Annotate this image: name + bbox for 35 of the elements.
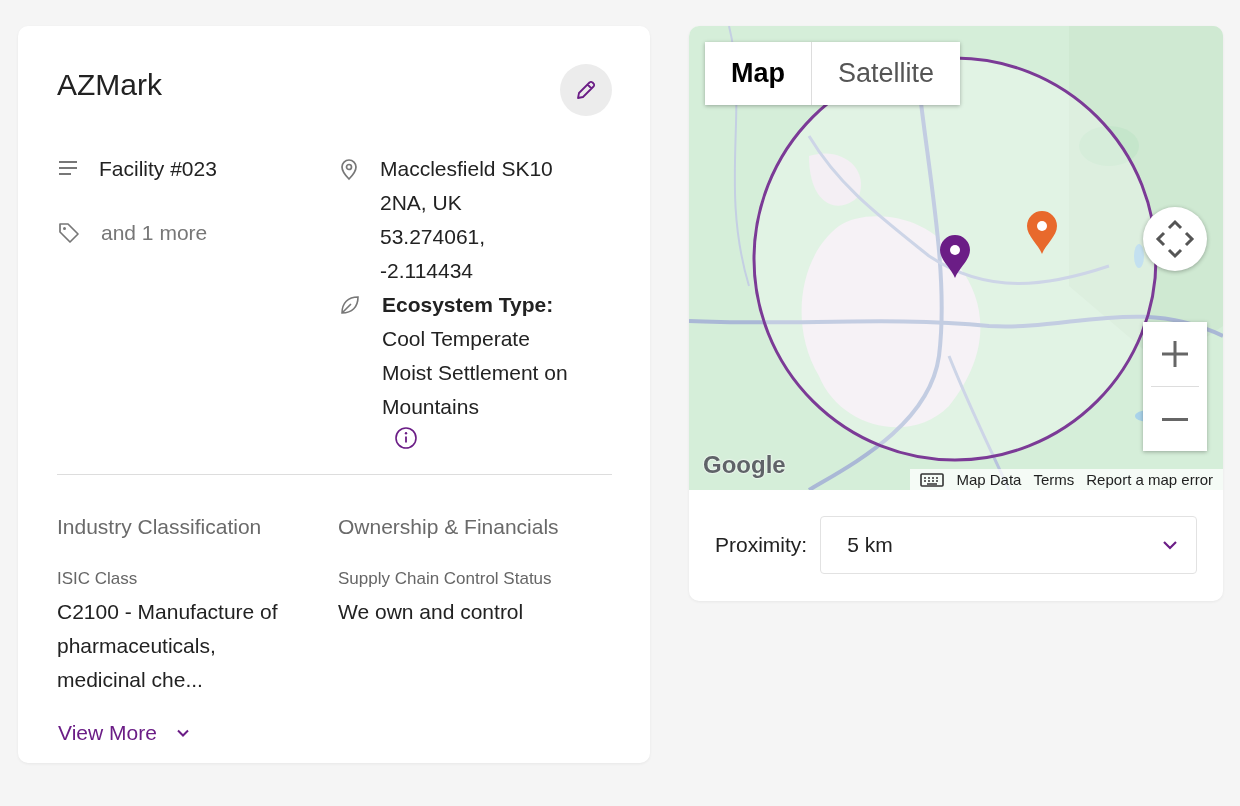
plus-icon xyxy=(1160,339,1190,369)
field-value: C2100 - Manufacture of pharmaceuticals, medicinal che... xyxy=(57,599,279,693)
map-marker[interactable] xyxy=(1027,211,1057,254)
section-heading: Ownership & Financials xyxy=(338,515,560,539)
detail-text: and 1 more xyxy=(101,220,208,246)
zoom-in-button[interactable] xyxy=(1143,322,1207,386)
address-text: Macclesfield SK10 2NA, UK xyxy=(380,156,554,216)
attribution-link[interactable]: Map Data xyxy=(956,471,1022,488)
view-more-link[interactable]: View More xyxy=(58,721,191,745)
attribution-link[interactable]: Report a map error xyxy=(1086,471,1213,488)
attribution-link[interactable]: Terms xyxy=(1033,471,1075,488)
location-pin-icon xyxy=(338,157,360,181)
field-label: Supply Chain Control Status xyxy=(338,569,553,589)
map-logo: Google xyxy=(703,451,786,479)
section-heading: Industry Classification xyxy=(57,515,263,539)
tag-icon xyxy=(57,221,81,245)
proximity-select[interactable]: 5 km xyxy=(820,516,1197,574)
map-marker[interactable] xyxy=(940,235,970,278)
ecosystem-label: Ecosystem Type: xyxy=(382,292,555,318)
detail-text: Facility #023 xyxy=(99,156,217,182)
map-type-tab[interactable]: Satellite xyxy=(811,42,961,105)
proximity-label: Proximity: xyxy=(715,533,808,557)
facility-name: AZMark xyxy=(57,68,162,102)
ecosystem-value: Cool Temperate Moist Settlement on Mountains xyxy=(382,326,569,420)
edit-button[interactable] xyxy=(560,64,612,116)
info-icon[interactable] xyxy=(394,426,418,450)
minus-icon xyxy=(1162,417,1188,421)
keyboard-icon[interactable] xyxy=(920,471,945,488)
field-label: ISIC Class xyxy=(57,569,139,589)
coordinates-text: 53.274061, -2.114434 xyxy=(380,224,487,284)
map-type-tab[interactable]: Map xyxy=(705,42,811,105)
pencil-icon xyxy=(574,78,598,102)
leaf-icon xyxy=(338,293,362,317)
four-arrows-icon xyxy=(1155,219,1195,259)
field-value: We own and control xyxy=(338,599,525,625)
